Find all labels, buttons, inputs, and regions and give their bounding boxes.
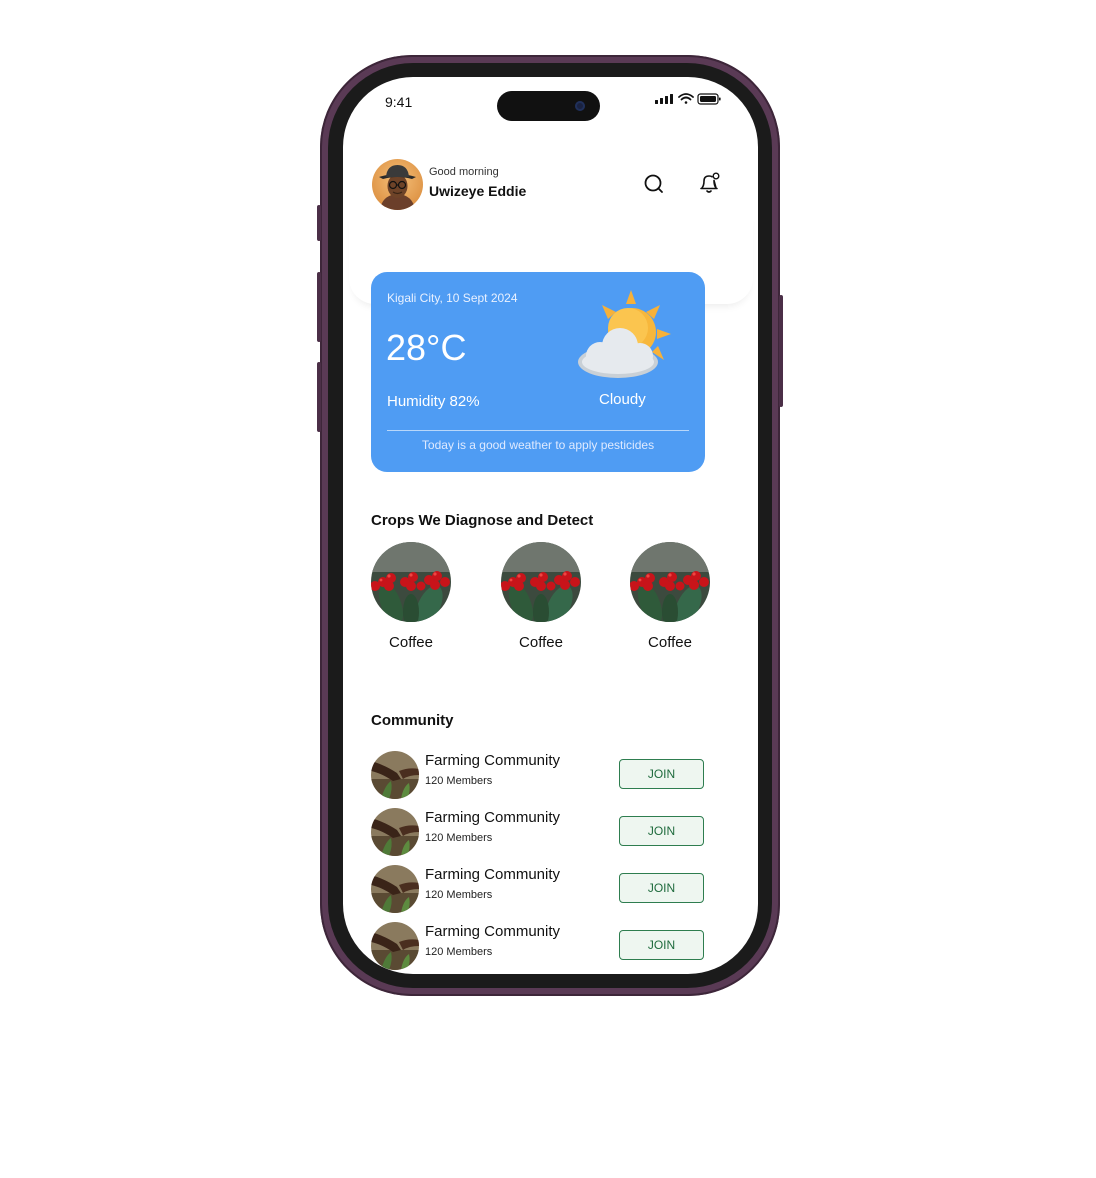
community-members: 120 Members bbox=[425, 832, 493, 844]
community-item[interactable]: Farming Community 120 Members JOIN bbox=[371, 922, 711, 972]
coffee-crop-image bbox=[630, 542, 710, 622]
crop-item-coffee[interactable]: Coffee bbox=[500, 542, 582, 651]
community-name: Farming Community bbox=[425, 752, 561, 769]
crop-item-coffee[interactable]: Coffee bbox=[629, 542, 711, 651]
weather-temperature: 28°C bbox=[386, 327, 467, 368]
notification-bell-icon[interactable] bbox=[696, 170, 722, 196]
community-section-title: Community bbox=[371, 712, 454, 729]
crops-section-title: Crops We Diagnose and Detect bbox=[371, 512, 594, 529]
join-button[interactable]: JOIN bbox=[619, 816, 704, 846]
battery-icon bbox=[697, 93, 721, 105]
join-button[interactable]: JOIN bbox=[619, 930, 704, 960]
crop-label: Coffee bbox=[648, 634, 692, 651]
weather-tip: Today is a good weather to apply pestici… bbox=[421, 438, 655, 452]
power-button bbox=[779, 295, 783, 407]
join-button[interactable]: JOIN bbox=[619, 873, 704, 903]
volume-down-button bbox=[317, 362, 321, 432]
coffee-crop-image bbox=[501, 542, 581, 622]
mute-switch bbox=[317, 205, 321, 241]
app-screen: 9:41 Good morning Uwizeye Eddie Kigali C… bbox=[343, 77, 758, 974]
weather-condition: Cloudy bbox=[599, 391, 646, 408]
crop-label: Coffee bbox=[389, 634, 433, 651]
community-image bbox=[371, 922, 419, 970]
community-image bbox=[371, 751, 419, 799]
weather-location-date: Kigali City, 10 Sept 2024 bbox=[387, 291, 518, 305]
crop-item-coffee[interactable]: Coffee bbox=[370, 542, 452, 651]
avatar[interactable] bbox=[372, 159, 423, 210]
weather-card[interactable]: Kigali City, 10 Sept 2024 28°C Humidity … bbox=[371, 272, 705, 472]
crop-label: Coffee bbox=[519, 634, 563, 651]
community-image bbox=[371, 808, 419, 856]
status-time: 9:41 bbox=[385, 94, 413, 110]
community-members: 120 Members bbox=[425, 889, 493, 901]
coffee-crop-image bbox=[371, 542, 451, 622]
user-name: Uwizeye Eddie bbox=[429, 183, 527, 199]
community-item[interactable]: Farming Community 120 Members JOIN bbox=[371, 808, 711, 858]
community-members: 120 Members bbox=[425, 946, 493, 958]
join-button[interactable]: JOIN bbox=[619, 759, 704, 789]
volume-up-button bbox=[317, 272, 321, 342]
community-name: Farming Community bbox=[425, 866, 561, 883]
weather-divider bbox=[387, 430, 689, 431]
partly-cloudy-icon bbox=[578, 290, 671, 378]
weather-humidity: Humidity 82% bbox=[387, 393, 480, 410]
greeting-text: Good morning bbox=[429, 166, 499, 178]
wifi-icon bbox=[678, 93, 694, 104]
community-image bbox=[371, 865, 419, 913]
community-item[interactable]: Farming Community 120 Members JOIN bbox=[371, 865, 711, 915]
community-name: Farming Community bbox=[425, 809, 561, 826]
status-icons bbox=[655, 93, 721, 105]
search-icon[interactable] bbox=[641, 171, 667, 197]
community-item[interactable]: Farming Community 120 Members JOIN bbox=[371, 751, 711, 801]
community-members: 120 Members bbox=[425, 775, 493, 787]
community-name: Farming Community bbox=[425, 923, 561, 940]
signal-icon bbox=[655, 94, 673, 104]
camera-icon bbox=[575, 101, 585, 111]
